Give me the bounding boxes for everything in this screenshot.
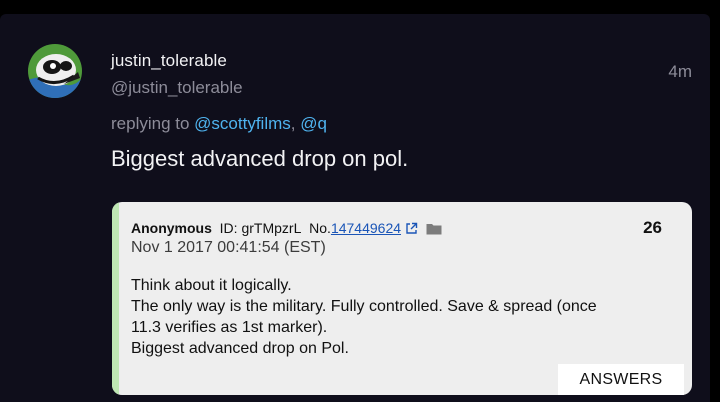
answers-button[interactable]: ANSWERS [558,364,684,395]
external-link-icon[interactable] [405,222,418,235]
quote-id-value: grTMpzrL [241,220,302,236]
quote-no-label: No. [309,220,331,236]
folder-icon[interactable] [426,222,442,235]
mention-scottyfilms[interactable]: @scottyfilms [194,114,291,133]
quote-date: Nov 1 2017 00:41:54 (EST) [131,239,326,256]
author-handle[interactable]: @justin_tolerable [111,78,243,98]
avatar-image [28,44,82,98]
mention-separator: , [290,114,296,133]
author-display-name[interactable]: justin_tolerable [111,51,227,71]
mention-q[interactable]: @q [300,114,327,133]
quote-reply-count: 26 [643,218,662,237]
post-text: Biggest advanced drop on pol. [111,146,409,171]
quote-accent-bar [112,202,119,395]
avatar[interactable] [28,44,82,98]
quote-id-label: ID: [219,220,238,236]
quote-line: 11.3 verifies as 1st marker). [131,319,328,336]
quoted-post-card[interactable]: Anonymous ID: grTMpzrL No.147449624 26 N… [112,202,692,395]
quote-line: Biggest advanced drop on Pol. [131,340,349,357]
quote-line: The only way is the military. Fully cont… [131,298,597,315]
post-card: justin_tolerable @justin_tolerable 4m re… [0,14,710,402]
quote-body: Think about it logically. The only way i… [131,275,597,359]
quote-author: Anonymous [131,220,212,236]
quote-header: Anonymous ID: grTMpzrL No.147449624 [131,220,442,236]
screen: justin_tolerable @justin_tolerable 4m re… [0,0,720,402]
post-timestamp: 4m [668,62,692,81]
replying-to-label: replying to [111,114,190,133]
quote-line: Think about it logically. [131,277,292,294]
replying-to-line: replying to @scottyfilms, @q [111,114,327,134]
quote-post-number-link[interactable]: 147449624 [331,220,401,236]
